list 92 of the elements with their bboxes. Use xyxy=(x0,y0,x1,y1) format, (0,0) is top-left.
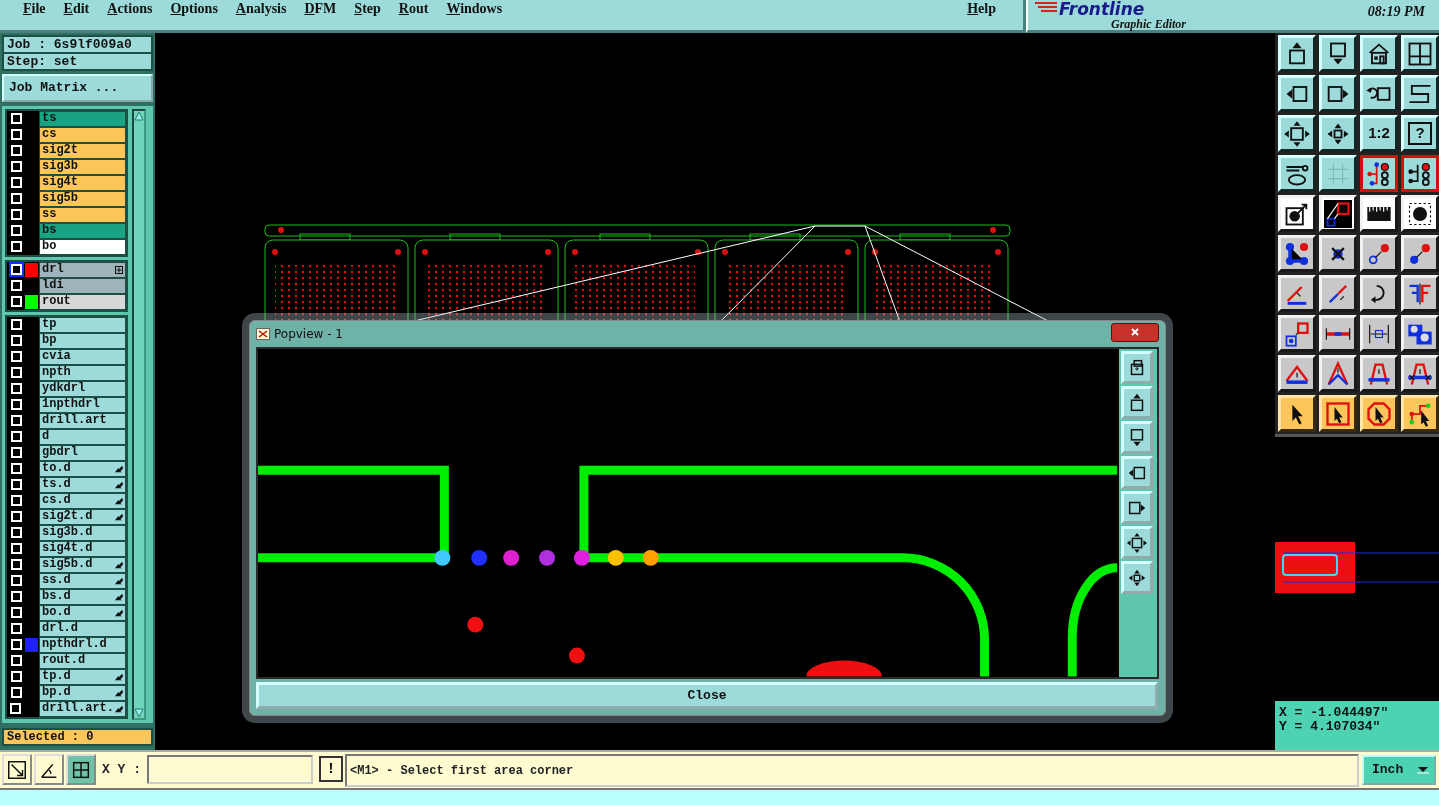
layer-checkbox[interactable] xyxy=(10,607,22,618)
layer-checkbox[interactable] xyxy=(10,687,22,698)
layer-checkbox[interactable] xyxy=(10,671,22,682)
alert-button[interactable]: ! xyxy=(319,756,343,782)
layer-checkbox[interactable] xyxy=(10,527,22,538)
menu-item[interactable]: Edit xyxy=(54,2,99,16)
window-title: Popview - 1 xyxy=(274,326,343,343)
menu-item[interactable]: Help xyxy=(958,2,1005,16)
layer-checkbox[interactable] xyxy=(10,703,22,714)
step-name: Step: set xyxy=(2,54,153,71)
coordinate-input[interactable] xyxy=(147,755,313,784)
xy-label: X Y : xyxy=(101,761,142,780)
popview-tool-button[interactable] xyxy=(1121,491,1154,524)
menu-item[interactable]: DFM xyxy=(295,2,346,16)
menu-item[interactable]: Windows xyxy=(437,2,512,16)
scrollbar[interactable] xyxy=(132,108,146,720)
layer-checkbox[interactable] xyxy=(10,463,22,474)
layer-checkbox[interactable] xyxy=(10,264,22,275)
popview-tool-button[interactable] xyxy=(1121,351,1154,384)
menu-item[interactable]: Step xyxy=(345,2,390,16)
layer-checkbox[interactable] xyxy=(10,639,22,650)
layer-checkbox[interactable] xyxy=(10,383,22,394)
expand-arrows-icon xyxy=(1126,531,1149,554)
layer-checkbox[interactable] xyxy=(10,177,22,188)
job-matrix-button[interactable]: Job Matrix ... xyxy=(2,74,153,102)
close-icon xyxy=(1130,327,1140,337)
window-icon xyxy=(256,328,270,340)
popview-tool-button[interactable] xyxy=(1121,386,1154,419)
menu-item[interactable]: Rout xyxy=(389,2,438,16)
layer-name[interactable]: drl xyxy=(39,261,126,278)
layer-checkbox[interactable] xyxy=(10,319,22,330)
layer-checkbox[interactable] xyxy=(10,591,22,602)
clock-time: 08:19 PM xyxy=(1367,3,1425,21)
pointer-box-icon xyxy=(1324,399,1352,428)
layer-checkbox[interactable] xyxy=(10,575,22,586)
layer-checkbox[interactable] xyxy=(10,543,22,554)
expand-icon xyxy=(115,265,123,274)
scroll-up-icon xyxy=(134,110,144,121)
dropdown-icon xyxy=(1416,766,1430,774)
expand-arrows-icon xyxy=(1283,119,1311,148)
help-button[interactable]: ? xyxy=(1401,115,1439,152)
layer-checkbox[interactable] xyxy=(10,209,22,220)
ratio-button[interactable]: 1:2 xyxy=(1360,115,1398,152)
x-coordinate: X = -1.044497" xyxy=(1279,706,1390,720)
layer-checkbox[interactable] xyxy=(10,335,22,346)
menu-item[interactable]: File xyxy=(14,2,55,16)
layer-checkbox[interactable] xyxy=(10,655,22,666)
toolbar-button[interactable] xyxy=(1360,155,1398,192)
layer-checkbox[interactable] xyxy=(10,193,22,204)
popview-tool-button[interactable] xyxy=(1121,421,1154,454)
layer-checkbox[interactable] xyxy=(10,225,22,236)
layer-checkbox[interactable] xyxy=(10,623,22,634)
layer-checkbox[interactable] xyxy=(10,280,22,291)
layer-checkbox[interactable] xyxy=(10,161,22,172)
units-dropdown[interactable]: Inch xyxy=(1362,755,1436,785)
close-button[interactable] xyxy=(1111,322,1159,342)
layer-checkbox[interactable] xyxy=(10,241,22,252)
menu-item[interactable]: Options xyxy=(161,2,227,16)
pointer-octagon-icon xyxy=(1365,399,1393,428)
menu-item[interactable]: Actions xyxy=(98,2,162,16)
logo: Frontline xyxy=(1059,1,1146,18)
layer-checkbox[interactable] xyxy=(10,296,22,307)
layer-checkbox[interactable] xyxy=(10,495,22,506)
popview-tool-button[interactable] xyxy=(1121,456,1154,489)
layer-checkbox[interactable] xyxy=(10,351,22,362)
layer-checkbox[interactable] xyxy=(10,129,22,140)
scroll-down-icon xyxy=(134,707,144,718)
layer-checkbox[interactable] xyxy=(10,447,22,458)
layer-name[interactable]: tp xyxy=(39,316,126,333)
layer-name[interactable]: ts xyxy=(39,110,126,127)
layer-checkbox[interactable] xyxy=(10,145,22,156)
layer-checkbox[interactable] xyxy=(10,559,22,570)
job-name: Job : 6s9lf009a0 xyxy=(2,35,153,54)
prompt-message: <M1> - Select first area corner xyxy=(345,754,1359,787)
layer-checkbox[interactable] xyxy=(10,113,22,124)
close-button[interactable]: Close xyxy=(256,682,1158,709)
selected-count: Selected : 0 xyxy=(2,727,153,746)
popview-tool-button[interactable] xyxy=(1121,561,1154,594)
layer-checkbox[interactable] xyxy=(10,479,22,490)
app-subtitle: Graphic Editor xyxy=(1111,18,1186,31)
layer-checkbox[interactable] xyxy=(10,367,22,378)
layer-checkbox[interactable] xyxy=(10,431,22,442)
move-pad-icon xyxy=(1283,319,1311,348)
layer-checkbox[interactable] xyxy=(10,511,22,522)
y-coordinate: Y = 4.107034" xyxy=(1279,720,1382,734)
layer-checkbox[interactable] xyxy=(10,415,22,426)
popview-tool-button[interactable] xyxy=(1121,526,1154,559)
toolbar-button[interactable] xyxy=(1401,155,1439,192)
speed-lines-icon xyxy=(1033,0,1059,14)
connect-squares-icon xyxy=(1324,199,1352,228)
menu-item[interactable]: Analysis xyxy=(226,2,296,16)
layer-checkbox[interactable] xyxy=(10,399,22,410)
